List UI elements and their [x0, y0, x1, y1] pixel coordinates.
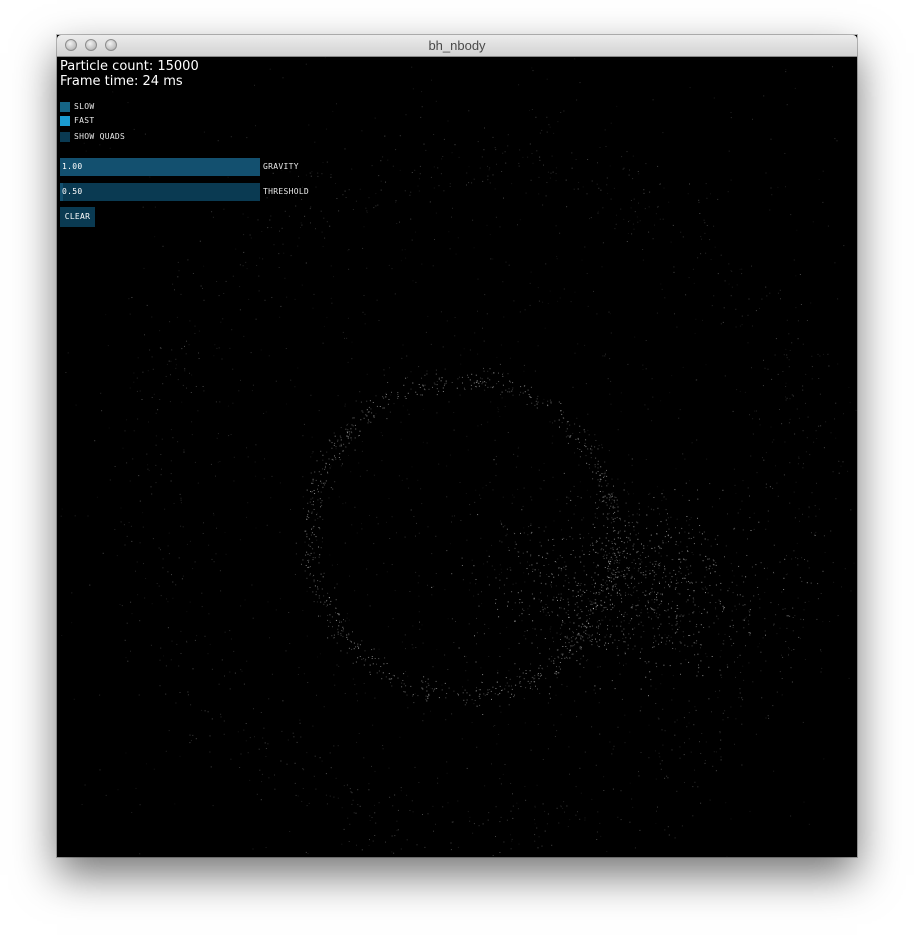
frame-time-text: Frame time: 24 ms — [60, 74, 183, 89]
gravity-slider-value: 1.00 — [62, 162, 83, 171]
app-window: bh_nbody Particle count: 15000 Frame tim… — [57, 35, 857, 857]
slow-toggle-box[interactable] — [60, 102, 70, 112]
show-quads-toggle-label: SHOW QUADS — [74, 132, 126, 141]
gravity-label: GRAVITY — [263, 162, 299, 171]
fast-toggle-label: FAST — [74, 116, 95, 125]
threshold-slider[interactable]: 0.50 — [60, 183, 260, 201]
window-title: bh_nbody — [428, 38, 486, 53]
particle-count-text: Particle count: 15000 — [60, 59, 199, 74]
title-bar[interactable]: bh_nbody — [57, 35, 857, 57]
stats-overlay: Particle count: 15000 Frame time: 24 ms — [60, 59, 199, 89]
threshold-label: THRESHOLD — [263, 187, 310, 196]
gravity-slider-fill — [60, 158, 260, 176]
simulation-canvas[interactable]: Particle count: 15000 Frame time: 24 ms … — [57, 57, 857, 857]
show-quads-toggle-box[interactable] — [60, 132, 70, 142]
fast-toggle-box[interactable] — [60, 116, 70, 126]
clear-button[interactable]: CLEAR — [60, 207, 95, 227]
slow-toggle-label: SLOW — [74, 102, 95, 111]
particle-field — [60, 57, 857, 857]
threshold-slider-value: 0.50 — [62, 187, 83, 196]
gravity-slider[interactable]: 1.00 — [60, 158, 260, 176]
